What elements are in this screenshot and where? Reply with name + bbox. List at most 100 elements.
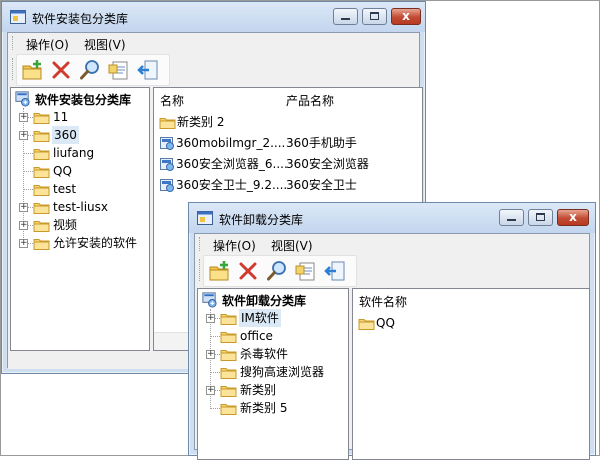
column-header-software-name[interactable]: 软件名称 [359, 293, 407, 310]
maximize-icon [370, 12, 379, 20]
delete-icon[interactable] [50, 59, 72, 81]
expand-icon[interactable]: + [19, 113, 28, 122]
column-header-name[interactable]: 名称 [160, 92, 184, 109]
window-title: 软件安装包分类库 [32, 12, 129, 26]
window-title: 软件卸载分类库 [219, 213, 304, 227]
tree-item[interactable]: + IM软件 [198, 309, 346, 327]
list-row[interactable]: 360mobilmgr_2.... 360手机助手 [154, 133, 422, 153]
category-tree[interactable]: 软件卸载分类库 + IM软件 office + 杀毒软件 搜狗高速浏览器 + 新… [197, 288, 349, 460]
tree-item[interactable]: office [198, 327, 346, 345]
row-name: 360mobilmgr_2.... [176, 136, 286, 150]
maximize-button[interactable] [528, 209, 553, 226]
folder-icon [33, 183, 50, 196]
minimize-button[interactable] [499, 209, 524, 226]
library-icon [201, 291, 218, 308]
column-header-product[interactable]: 产品名称 [286, 92, 334, 109]
folder-icon [33, 219, 50, 232]
tree-item[interactable]: + 杀毒软件 [198, 345, 346, 363]
properties-icon[interactable] [295, 260, 317, 282]
toolbar-buttons [16, 54, 170, 86]
expand-icon[interactable]: + [206, 386, 215, 395]
import-icon[interactable] [324, 260, 346, 282]
tree-item-label: 杀毒软件 [240, 347, 289, 361]
package-icon [159, 177, 175, 193]
tree-item[interactable]: + 新类别 [198, 381, 346, 399]
uninstall-library-window: 软件卸载分类库 x 操作(O) 视图(V) 软件卸载分类库 + IM软件 off… [188, 202, 596, 460]
close-button[interactable]: x [391, 8, 421, 25]
tree-item[interactable]: 搜狗高速浏览器 [198, 363, 346, 381]
expand-icon[interactable]: + [19, 239, 28, 248]
tree-item[interactable]: 新类别 5 [198, 399, 346, 417]
toolbar [195, 254, 589, 287]
menu-grip [12, 36, 16, 50]
tree-item-label: test [53, 182, 77, 196]
package-icon [159, 135, 175, 151]
import-icon[interactable] [137, 59, 159, 81]
software-list[interactable]: 软件名称 QQ [352, 288, 590, 460]
list-row[interactable]: 360安全浏览器_6.... 360安全浏览器 [154, 154, 422, 174]
close-icon: x [569, 210, 577, 224]
search-icon[interactable] [79, 59, 101, 81]
tree-root-label[interactable]: 软件安装包分类库 [35, 91, 131, 108]
minimize-button[interactable] [333, 8, 358, 25]
folder-icon [220, 402, 237, 415]
close-button[interactable]: x [557, 209, 589, 226]
tree-branch [210, 408, 220, 409]
menu-operate[interactable]: 操作(O) [26, 36, 69, 53]
list-row[interactable]: 360安全卫士_9.2.... 360安全卫士 [154, 175, 422, 195]
folder-icon [33, 201, 50, 214]
tree-item[interactable]: test [11, 180, 147, 198]
tree-item[interactable]: QQ [11, 162, 147, 180]
list-header: 软件名称 [353, 289, 589, 309]
title-bar[interactable]: 软件安装包分类库 x [2, 2, 425, 32]
tree-branch [23, 171, 33, 172]
row-name: 360安全浏览器_6.... [176, 157, 288, 171]
list-row[interactable]: 新类别 2 [154, 112, 422, 132]
tree-item[interactable]: + 360 [11, 126, 147, 144]
menu-bar: 操作(O) 视图(V) [195, 234, 589, 254]
row-name: 新类别 2 [177, 115, 225, 129]
menu-view[interactable]: 视图(V) [271, 237, 313, 254]
tree-item-label: QQ [53, 164, 72, 178]
toolbar [8, 53, 419, 86]
tree-branch [23, 189, 33, 190]
folder-icon [220, 384, 237, 397]
expand-icon[interactable]: + [206, 350, 215, 359]
tree-item-label: liufang [53, 146, 95, 160]
expand-icon[interactable]: + [206, 314, 215, 323]
folder-icon [220, 348, 237, 361]
category-tree[interactable]: 软件安装包分类库 + 11 + 360 liufang QQ test + te… [10, 87, 150, 351]
properties-icon[interactable] [108, 59, 130, 81]
list-row[interactable]: QQ [353, 313, 589, 333]
tree-item[interactable]: + test-liusx [11, 198, 147, 216]
menu-grip [199, 237, 203, 251]
tree-branch [210, 372, 220, 373]
search-icon[interactable] [266, 260, 288, 282]
toolbar-buttons [203, 255, 357, 287]
tree-item[interactable]: liufang [11, 144, 147, 162]
folder-icon [33, 237, 50, 250]
new-folder-icon[interactable] [208, 260, 230, 282]
tree-item[interactable]: + 允许安装的软件 [11, 234, 147, 252]
expand-icon[interactable]: + [19, 131, 28, 140]
delete-icon[interactable] [237, 260, 259, 282]
new-folder-icon[interactable] [21, 59, 43, 81]
tree-item[interactable]: + 11 [11, 108, 147, 126]
tree-root-label[interactable]: 软件卸载分类库 [222, 292, 306, 309]
maximize-button[interactable] [362, 8, 387, 25]
folder-icon [33, 129, 50, 142]
folder-icon [358, 317, 375, 330]
tree-item-label: 360 [52, 126, 79, 144]
expand-icon[interactable]: + [19, 203, 28, 212]
folder-icon [159, 116, 176, 129]
title-bar[interactable]: 软件卸载分类库 x [189, 203, 595, 233]
folder-icon [220, 366, 237, 379]
menu-view[interactable]: 视图(V) [84, 36, 126, 53]
tree-item[interactable]: + 视频 [11, 216, 147, 234]
minimize-icon [341, 18, 350, 20]
menu-bar: 操作(O) 视图(V) [8, 33, 419, 53]
list-header: 名称 产品名称 [154, 88, 422, 108]
menu-operate[interactable]: 操作(O) [213, 237, 256, 254]
tree-item-label: IM软件 [239, 309, 281, 327]
expand-icon[interactable]: + [19, 221, 28, 230]
